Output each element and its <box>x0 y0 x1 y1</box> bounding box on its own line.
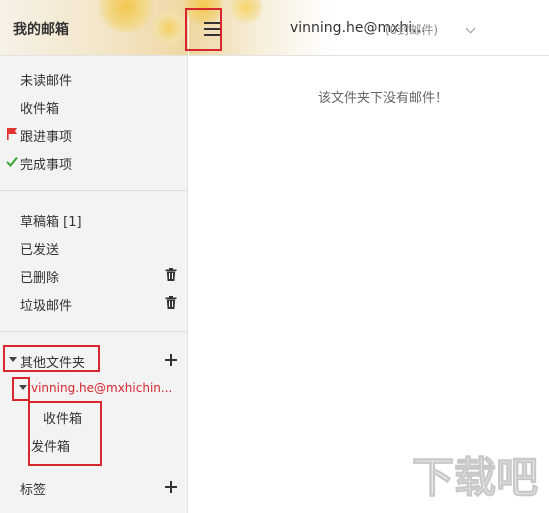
sidebar-item-label: 发件箱 <box>31 440 71 455</box>
chevron-down-icon[interactable] <box>465 23 476 34</box>
divider <box>0 190 188 191</box>
sidebar: 我的邮箱 未读邮件 收件箱 跟进事项 完成事项 草稿箱 [1] 已发送 已删除 … <box>0 0 188 513</box>
mailbox-title: 我的邮箱 <box>13 22 69 38</box>
sidebar-item-account-folder[interactable]: vinning.he@mxhichin... <box>0 376 188 400</box>
green-check-icon <box>6 156 18 167</box>
empty-folder-message: 该文件夹下没有邮件！ <box>318 91 449 106</box>
trash-icon[interactable] <box>165 268 177 281</box>
menu-icon <box>204 22 221 24</box>
red-flag-icon <box>7 128 17 140</box>
add-folder-icon[interactable] <box>165 354 177 366</box>
menu-icon-bar <box>204 34 221 36</box>
divider <box>0 331 188 332</box>
sidebar-item-drafts[interactable]: 草稿箱 [1] <box>0 207 188 231</box>
account-folder-label: vinning.he@mxhichin... <box>31 381 173 395</box>
sidebar-item-label: 标签 <box>20 483 47 498</box>
sidebar-item-unread[interactable]: 未读邮件 <box>0 66 188 90</box>
sidebar-item-sub-outbox[interactable]: 发件箱 <box>0 432 188 456</box>
sidebar-item-done[interactable]: 完成事项 <box>0 150 188 174</box>
sidebar-item-label: 完成事项 <box>20 158 73 173</box>
sidebar-item-label: 已删除 <box>20 271 60 286</box>
chevron-down-icon <box>9 357 17 362</box>
sidebar-item-sub-inbox[interactable]: 收件箱 <box>0 404 188 428</box>
sidebar-item-label: 垃圾邮件 <box>20 299 73 314</box>
sidebar-item-label: 收件箱 <box>20 102 60 117</box>
watermark-logo: 下载吧 <box>411 452 538 502</box>
sidebar-item-other-folders[interactable]: 其他文件夹 <box>0 348 188 372</box>
mail-app: 我的邮箱 未读邮件 收件箱 跟进事项 完成事项 草稿箱 [1] 已发送 已删除 … <box>0 0 549 513</box>
mail-count: (0封邮件) <box>385 23 438 37</box>
sidebar-item-label: 未读邮件 <box>20 74 73 89</box>
menu-button[interactable] <box>197 10 229 48</box>
sidebar-item-label: 草稿箱 [1] <box>20 215 82 230</box>
sidebar-item-label: 已发送 <box>20 243 60 258</box>
sidebar-item-label: 收件箱 <box>43 412 83 427</box>
sidebar-item-sent[interactable]: 已发送 <box>0 235 188 259</box>
add-tag-icon[interactable] <box>165 481 177 493</box>
sidebar-item-inbox[interactable]: 收件箱 <box>0 94 188 118</box>
sidebar-item-tags[interactable]: 标签 <box>0 475 188 499</box>
decorative-flower <box>229 0 263 24</box>
sidebar-item-spam[interactable]: 垃圾邮件 <box>0 291 188 315</box>
decorative-flower <box>150 10 188 46</box>
watermark-text: 下载吧 <box>412 453 538 502</box>
sidebar-item-label: 其他文件夹 <box>20 356 86 371</box>
sidebar-item-label: 跟进事项 <box>20 130 73 145</box>
trash-icon[interactable] <box>165 296 177 309</box>
menu-icon-bar <box>204 28 221 30</box>
sidebar-item-deleted[interactable]: 已删除 <box>0 263 188 287</box>
chevron-down-icon[interactable] <box>19 385 27 390</box>
top-header: vinning.he@mxhi... (0封邮件) <box>183 0 549 56</box>
sidebar-item-follow-up[interactable]: 跟进事项 <box>0 122 188 146</box>
